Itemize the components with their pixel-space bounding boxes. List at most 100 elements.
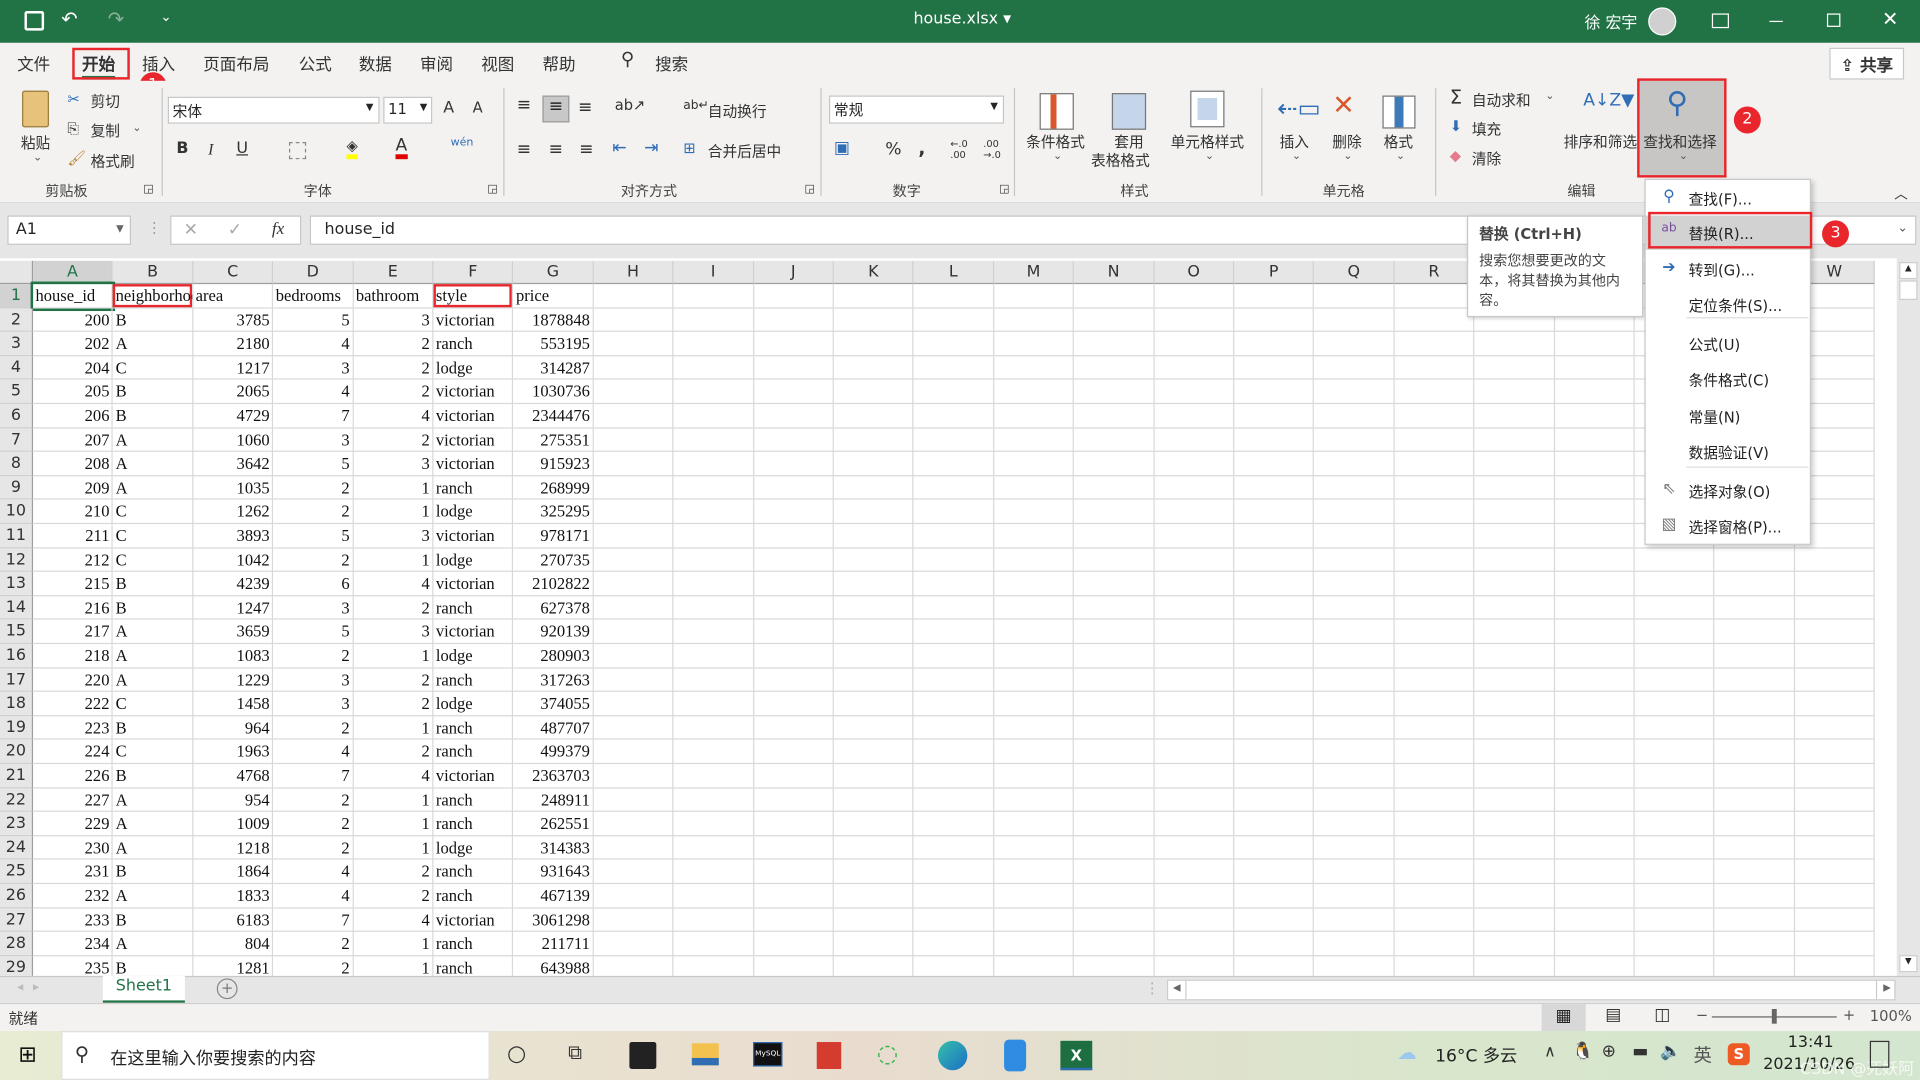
table-cell[interactable] (1234, 836, 1315, 861)
clear-button[interactable]: 清除 (1472, 148, 1501, 169)
table-cell[interactable] (1394, 812, 1475, 837)
tab-insert[interactable]: 插入 (142, 50, 175, 75)
table-cell[interactable] (1394, 740, 1475, 765)
table-cell[interactable] (753, 812, 834, 837)
table-cell[interactable]: 3 (353, 308, 434, 333)
table-cell[interactable]: victorian (433, 404, 514, 429)
column-header-k[interactable]: K (833, 260, 914, 285)
table-cell[interactable] (1234, 356, 1315, 381)
table-cell[interactable] (1474, 548, 1555, 573)
scroll-down-icon[interactable]: ▼ (1899, 955, 1918, 973)
table-cell[interactable]: 233 (33, 908, 114, 933)
table-cell[interactable] (913, 812, 995, 837)
table-cell[interactable] (1554, 692, 1635, 717)
table-cell[interactable]: 7 (273, 404, 354, 429)
table-cell[interactable] (673, 428, 754, 453)
table-cell[interactable] (1634, 668, 1715, 693)
row-header-21[interactable]: 21 (0, 764, 34, 789)
table-cell[interactable]: 1030736 (513, 380, 594, 405)
table-cell[interactable] (1554, 788, 1635, 813)
table-cell[interactable] (1394, 668, 1475, 693)
table-cell[interactable]: 3 (273, 692, 354, 717)
table-cell[interactable] (1475, 956, 1555, 976)
table-cell[interactable] (1714, 764, 1795, 789)
table-cell[interactable] (994, 860, 1075, 885)
table-cell[interactable] (1154, 308, 1235, 333)
table-cell[interactable] (913, 404, 995, 429)
row-header-20[interactable]: 20 (0, 740, 34, 765)
table-cell[interactable]: 1042 (193, 548, 274, 573)
table-cell[interactable]: 280903 (513, 644, 594, 669)
table-cell[interactable] (1154, 596, 1235, 621)
table-cell[interactable] (1074, 452, 1155, 477)
table-cell[interactable]: ranch (433, 884, 514, 909)
save-icon[interactable] (24, 11, 45, 31)
fill-color-icon[interactable]: ◈ (346, 137, 358, 160)
table-cell[interactable]: 964 (193, 716, 274, 741)
table-cell[interactable] (753, 668, 834, 693)
tab-view[interactable]: 视图 (481, 50, 514, 75)
table-cell[interactable] (673, 476, 754, 501)
table-cell[interactable] (1074, 380, 1155, 405)
table-cell[interactable]: 6183 (193, 908, 274, 933)
table-cell[interactable] (673, 548, 754, 573)
table-cell[interactable]: 1262 (193, 500, 274, 525)
table-cell[interactable]: A (113, 812, 194, 837)
table-cell[interactable]: 3 (353, 452, 434, 477)
table-cell[interactable] (913, 836, 995, 861)
formula-bar-grip[interactable]: ⋮ (147, 219, 162, 236)
table-cell[interactable] (1554, 836, 1635, 861)
table-cell[interactable] (593, 860, 674, 885)
row-header-10[interactable]: 10 (0, 500, 34, 525)
table-cell[interactable]: 1247 (193, 596, 274, 621)
spreadsheet-grid[interactable]: ABCDEFGHIJKLMNOPQRSTUVW1house_idneighbor… (0, 258, 1897, 976)
tab-formulas[interactable]: 公式 (299, 50, 332, 75)
table-cell[interactable]: B (113, 860, 194, 885)
table-cell[interactable]: 275351 (513, 428, 594, 453)
table-cell[interactable]: 643988 (514, 956, 594, 976)
table-cell[interactable] (1314, 788, 1395, 813)
table-cell[interactable] (753, 788, 834, 813)
table-cell[interactable]: 2 (353, 332, 434, 357)
table-cell[interactable] (833, 884, 914, 909)
table-cell[interactable] (673, 692, 754, 717)
fill-button[interactable]: 填充 (1472, 119, 1501, 140)
table-cell[interactable] (673, 332, 754, 357)
table-cell[interactable] (1794, 644, 1875, 669)
table-cell[interactable]: 920139 (513, 620, 594, 645)
table-cell[interactable] (1474, 884, 1555, 909)
table-cell[interactable] (1714, 668, 1795, 693)
menu-item[interactable]: 条件格式(C) (1646, 362, 1810, 396)
table-cell[interactable] (1394, 572, 1475, 597)
table-cell[interactable] (1074, 308, 1155, 333)
table-cell[interactable] (1154, 452, 1235, 477)
table-cell[interactable] (593, 356, 674, 381)
bold-button[interactable]: B (176, 140, 188, 158)
table-cell[interactable] (1634, 716, 1715, 741)
table-cell[interactable] (1474, 740, 1555, 765)
table-cell[interactable] (1474, 596, 1555, 621)
table-cell[interactable]: 4729 (193, 404, 274, 429)
table-cell[interactable] (1394, 692, 1475, 717)
table-cell[interactable] (593, 428, 674, 453)
table-cell[interactable] (673, 884, 754, 909)
table-cell[interactable] (1074, 572, 1155, 597)
table-cell[interactable]: 1 (353, 812, 434, 837)
menu-item[interactable]: 数据验证(V) (1646, 435, 1810, 469)
table-cell[interactable] (913, 356, 995, 381)
header-cell[interactable]: price (513, 284, 594, 309)
header-cell[interactable] (593, 284, 674, 309)
table-cell[interactable] (1234, 380, 1315, 405)
header-cell[interactable]: house_id (30, 281, 116, 311)
table-cell[interactable] (913, 476, 995, 501)
table-cell[interactable]: 1 (353, 788, 434, 813)
table-cell[interactable] (1154, 860, 1235, 885)
table-cell[interactable]: 204 (33, 356, 114, 381)
table-cell[interactable]: ranch (433, 788, 514, 813)
row-header-17[interactable]: 17 (0, 668, 34, 693)
table-cell[interactable] (994, 476, 1075, 501)
table-cell[interactable] (913, 524, 995, 549)
table-cell[interactable]: 627378 (513, 596, 594, 621)
table-cell[interactable]: 2 (353, 380, 434, 405)
mysql-icon[interactable]: MySQL (753, 1042, 783, 1067)
